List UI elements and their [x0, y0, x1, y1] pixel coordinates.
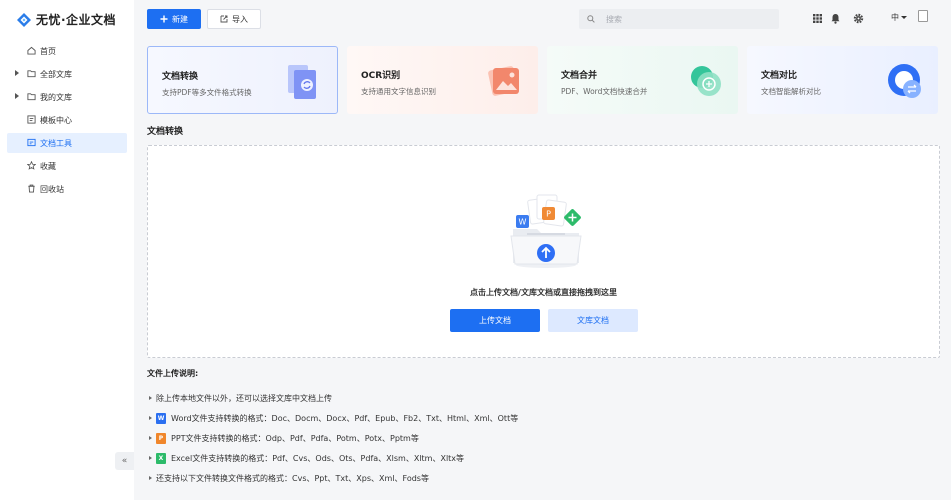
word-icon: W	[156, 412, 166, 424]
import-button[interactable]: 导入	[207, 9, 261, 29]
list-item: 还支持以下文件转换文件格式的格式：Cvs、Ppt、Txt、Xps、Xml、Fod…	[147, 468, 518, 488]
ppt-icon: P	[156, 432, 166, 444]
instruction-text: 除上传本地文件以外，还可以选择文库中文档上传	[156, 393, 332, 403]
home-icon	[27, 46, 36, 55]
image-ocr-icon	[488, 66, 519, 96]
list-item: W Word文件支持转换的格式：Doc、Docm、Docx、Pdf、Epub、F…	[147, 408, 518, 428]
template-icon	[27, 115, 36, 124]
list-item: 除上传本地文件以外，还可以选择文库中文档上传	[147, 388, 518, 408]
gear-icon[interactable]	[853, 13, 864, 24]
bell-icon[interactable]	[830, 13, 841, 24]
sidebar-item-trash[interactable]: 回收站	[7, 179, 127, 199]
instruction-text: PPT文件支持转换的格式：Odp、Pdf、Pdfa、Potm、Potx、Pptm…	[171, 433, 419, 443]
sidebar-nav: 首页 全部文库 我的文库 模板中心 文档工具 收藏 回收站	[7, 41, 127, 202]
tool-card-doc-convert[interactable]: 文档转换 支持PDF等多文件格式转换	[147, 46, 338, 114]
instruction-text: Word文件支持转换的格式：Doc、Docm、Docx、Pdf、Epub、Fb2…	[171, 413, 519, 423]
sidebar-item-label: 模板中心	[40, 115, 72, 125]
trash-icon	[28, 184, 35, 193]
section-title: 文档转换	[147, 127, 184, 137]
sidebar-item-label: 收藏	[40, 161, 56, 171]
sidebar-item-label: 回收站	[40, 184, 64, 194]
upload-dropzone[interactable]: W P 点击上传文档/文库文档或直接拖拽到这里 上传文档 文库文档	[147, 145, 940, 358]
compare-icon	[888, 64, 921, 98]
star-icon	[27, 161, 36, 170]
app-logo[interactable]: 无忧·企业文档	[16, 11, 116, 28]
excel-icon: X	[156, 452, 166, 464]
sidebar-item-all-library[interactable]: 全部文库	[7, 64, 127, 84]
svg-text:P: P	[546, 210, 551, 219]
search-box	[579, 9, 779, 29]
search-icon	[587, 15, 595, 23]
chevron-down-icon	[901, 16, 907, 19]
library-document-button[interactable]: 文库文档	[548, 309, 638, 332]
sidebar: 无忧·企业文档 首页 全部文库 我的文库 模板中心 文档工具 收藏 回收站	[0, 0, 134, 500]
upload-document-button[interactable]: 上传文档	[450, 309, 540, 332]
language-label: 中	[891, 13, 899, 22]
sidebar-item-favorites[interactable]: 收藏	[7, 156, 127, 176]
tool-card-ocr[interactable]: OCR识别 支持通用文字信息识别	[347, 46, 538, 114]
svg-text:W: W	[519, 218, 527, 227]
folder-icon	[27, 70, 36, 78]
logo-icon	[17, 12, 31, 27]
new-button-label: 新建	[172, 14, 188, 24]
sidebar-item-label: 文档工具	[40, 138, 72, 148]
sidebar-item-home[interactable]: 首页	[7, 41, 127, 61]
list-item: P PPT文件支持转换的格式：Odp、Pdf、Pdfa、Potm、Potx、Pp…	[147, 428, 518, 448]
instruction-text: Excel文件支持转换的格式：Pdf、Cvs、Ods、Ots、Pdfa、Xlsm…	[171, 453, 465, 463]
instruction-text: 还支持以下文件转换文件格式的格式：Cvs、Ppt、Txt、Xps、Xml、Fod…	[156, 473, 429, 483]
list-item: X Excel文件支持转换的格式：Pdf、Cvs、Ods、Ots、Pdfa、Xl…	[147, 448, 518, 468]
merge-icon	[691, 66, 721, 96]
apps-grid-icon[interactable]	[812, 13, 823, 24]
expand-arrow-icon[interactable]	[15, 93, 19, 99]
sidebar-item-doc-tools[interactable]: 文档工具	[7, 133, 127, 153]
instructions-list: 除上传本地文件以外，还可以选择文库中文档上传 W Word文件支持转换的格式：D…	[147, 388, 518, 488]
document-convert-icon	[288, 65, 316, 99]
tool-card-merge[interactable]: 文档合并 PDF、Word文档快速合并	[547, 46, 738, 114]
folder-icon	[27, 93, 36, 101]
upload-hint: 点击上传文档/文库文档或直接拖拽到这里	[470, 288, 617, 297]
sidebar-item-my-library[interactable]: 我的文库	[7, 87, 127, 107]
sidebar-item-templates[interactable]: 模板中心	[7, 110, 127, 130]
language-selector[interactable]: 中	[891, 12, 907, 23]
import-button-label: 导入	[232, 14, 248, 24]
upload-folder-illustration: W P	[510, 194, 582, 268]
sidebar-item-label: 我的文库	[40, 92, 72, 102]
avatar[interactable]	[918, 10, 928, 22]
tool-card-compare[interactable]: 文档对比 文档智能解析对比	[747, 46, 938, 114]
instructions-title: 文件上传说明:	[147, 369, 199, 378]
tools-icon	[27, 138, 36, 147]
app-title: 无忧·企业文档	[36, 13, 117, 27]
import-icon	[220, 15, 228, 23]
collapse-sidebar-button[interactable]: «	[115, 452, 134, 470]
sidebar-item-label: 全部文库	[40, 69, 72, 79]
search-input[interactable]	[606, 14, 766, 24]
new-button[interactable]: 新建	[147, 9, 201, 29]
sidebar-item-label: 首页	[40, 46, 56, 56]
plus-icon	[160, 15, 168, 23]
expand-arrow-icon[interactable]	[15, 70, 19, 76]
